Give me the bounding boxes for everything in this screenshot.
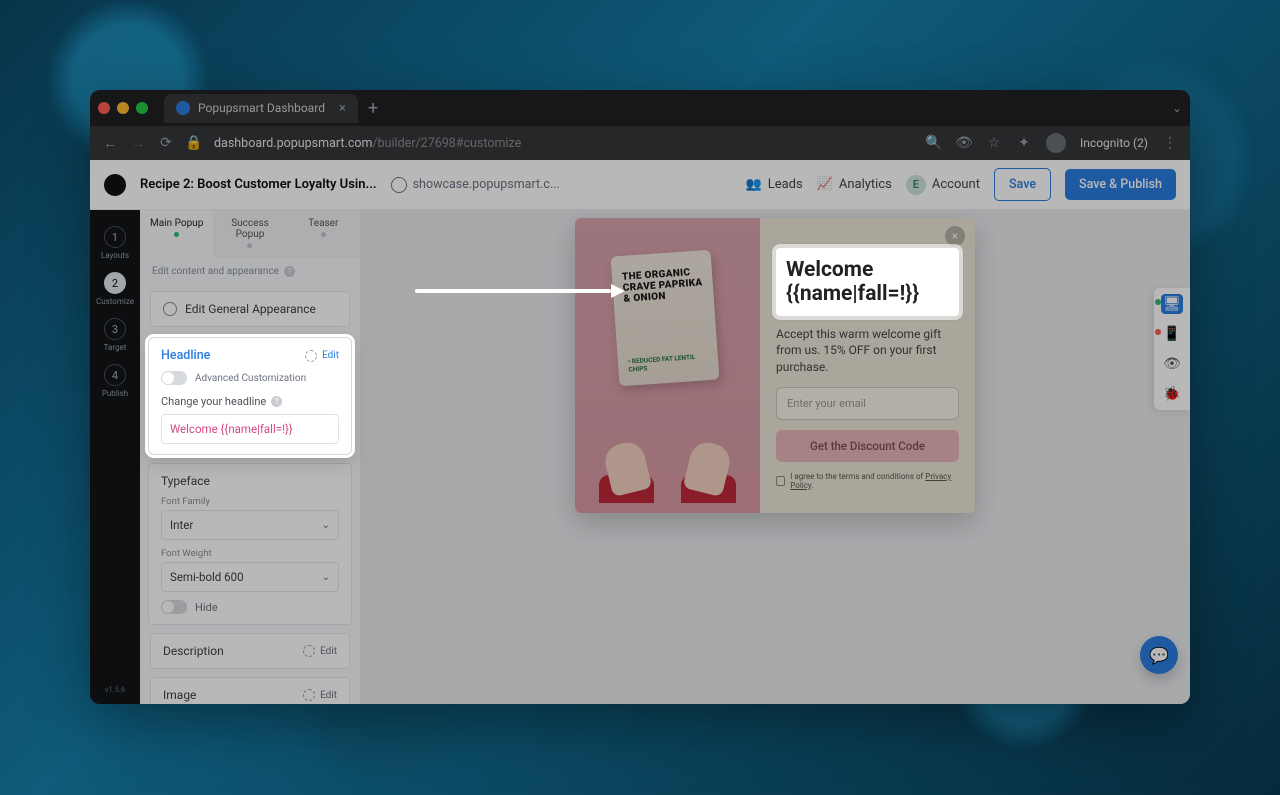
edit-headline-link[interactable]: Edit — [322, 350, 339, 361]
typeface-title: Typeface — [161, 474, 339, 488]
menu-icon[interactable]: ⋮ — [1162, 135, 1178, 151]
step-customize[interactable]: 2Customize — [96, 272, 134, 306]
close-window-icon[interactable] — [98, 102, 110, 114]
popup-headline-box: Welcome {{name|fall=!}} — [776, 248, 959, 316]
edit-general-appearance-card[interactable]: Edit General Appearance — [150, 291, 350, 327]
typeface-card: Typeface Font Family Inter⌄ Font Weight … — [148, 463, 352, 625]
browser-tabbar: Popupsmart Dashboard × + ⌄ — [90, 90, 1190, 126]
editor-panel: Main Popup Success Popup Teaser Edit con… — [140, 210, 360, 704]
browser-tab[interactable]: Popupsmart Dashboard × — [164, 94, 358, 123]
gear-icon — [163, 302, 177, 316]
font-weight-select[interactable]: Semi-bold 600⌄ — [161, 562, 339, 592]
incognito-icon: 👁 — [956, 135, 972, 151]
consent-row: I agree to the terms and conditions of P… — [776, 472, 959, 490]
step-rail: 1Layouts 2Customize 3Target 4Publish v1.… — [90, 210, 140, 704]
step-layouts[interactable]: 1Layouts — [101, 226, 129, 260]
email-input[interactable]: Enter your email — [776, 387, 959, 420]
intercom-chat-button[interactable]: 💬 — [1140, 636, 1178, 674]
step-target[interactable]: 3Target — [104, 318, 127, 352]
browser-urlbar: ← → ⟳ 🔒 dashboard.popupsmart.com/builder… — [90, 126, 1190, 160]
gear-icon — [305, 350, 317, 362]
new-tab-button[interactable]: + — [368, 98, 378, 119]
version-label: v1.5.6 — [105, 685, 125, 694]
font-weight-label: Font Weight — [161, 548, 339, 559]
description-card[interactable]: DescriptionEdit — [150, 633, 350, 669]
lock-icon[interactable]: 🔒 — [186, 135, 202, 151]
tab-title: Popupsmart Dashboard — [198, 101, 325, 115]
preview-canvas: × Welcome {{name|fall=!}} Accept this wa… — [360, 210, 1190, 704]
site-domain-badge[interactable]: showcase.popupsmart.c... — [391, 177, 560, 193]
account-avatar-icon: E — [906, 175, 926, 195]
help-icon[interactable]: ? — [284, 266, 295, 277]
hands-graphic — [599, 423, 736, 493]
change-headline-label: Change your headline — [161, 395, 266, 408]
globe-icon — [391, 177, 407, 193]
gear-icon — [303, 689, 315, 701]
step-publish[interactable]: 4Publish — [102, 364, 128, 398]
tab-success-popup[interactable]: Success Popup — [213, 210, 286, 258]
extensions-icon[interactable]: ✦ — [1016, 135, 1032, 151]
gear-icon — [303, 645, 315, 657]
reload-icon[interactable]: ⟳ — [158, 135, 174, 151]
desktop-preview-icon[interactable]: 🖥 — [1161, 294, 1183, 314]
get-discount-button[interactable]: Get the Discount Code — [776, 430, 959, 462]
headline-editor-card: Headline Edit Advanced Customization Cha… — [148, 337, 352, 455]
device-rail: 🖥 📱 👁 🐞 — [1154, 288, 1190, 410]
app-logo-icon[interactable] — [104, 174, 126, 196]
account-link[interactable]: EAccount — [906, 175, 980, 195]
help-icon[interactable]: ? — [271, 396, 282, 407]
tab-overflow-icon[interactable]: ⌄ — [1172, 101, 1182, 115]
visibility-icon[interactable]: 👁 — [1161, 354, 1183, 374]
favicon-icon — [176, 101, 190, 115]
popup-image — [575, 218, 760, 513]
popup-headline: Welcome {{name|fall=!}} — [786, 258, 949, 306]
font-family-select[interactable]: Inter⌄ — [161, 510, 339, 540]
maximize-window-icon[interactable] — [136, 102, 148, 114]
close-popup-icon[interactable]: × — [945, 226, 965, 246]
hide-label: Hide — [195, 601, 218, 614]
advanced-customization-label: Advanced Customization — [195, 373, 306, 384]
debug-icon[interactable]: 🐞 — [1161, 384, 1183, 404]
mac-traffic-lights — [98, 102, 148, 114]
font-family-label: Font Family — [161, 496, 339, 507]
popup-preview: × Welcome {{name|fall=!}} Accept this wa… — [575, 218, 975, 513]
analytics-icon: 📈 — [817, 177, 833, 192]
headline-title: Headline — [161, 348, 210, 363]
chevron-down-icon: ⌄ — [322, 572, 330, 583]
mobile-preview-icon[interactable]: 📱 — [1161, 324, 1183, 344]
product-bag-graphic — [611, 250, 720, 387]
analytics-link[interactable]: 📈Analytics — [817, 177, 892, 192]
recipe-title: Recipe 2: Boost Customer Loyalty Usin... — [140, 177, 377, 192]
leads-icon: 👥 — [746, 177, 762, 192]
minimize-window-icon[interactable] — [117, 102, 129, 114]
chevron-down-icon: ⌄ — [322, 520, 330, 531]
tab-main-popup[interactable]: Main Popup — [140, 210, 213, 258]
section-caption: Edit content and appearance? — [152, 266, 348, 277]
image-card[interactable]: ImageEdit — [150, 677, 350, 704]
hide-toggle[interactable] — [161, 600, 187, 614]
back-icon[interactable]: ← — [102, 135, 118, 151]
save-publish-button[interactable]: Save & Publish — [1065, 169, 1176, 200]
headline-input[interactable] — [161, 414, 339, 444]
app-header: Recipe 2: Boost Customer Loyalty Usin...… — [90, 160, 1190, 210]
popup-description: Accept this warm welcome gift from us. 1… — [776, 326, 959, 375]
leads-link[interactable]: 👥Leads — [746, 177, 803, 192]
tab-teaser[interactable]: Teaser — [287, 210, 360, 258]
profile-avatar-icon[interactable] — [1046, 133, 1066, 153]
bookmark-icon[interactable]: ☆ — [986, 135, 1002, 151]
close-tab-icon[interactable]: × — [339, 101, 346, 116]
consent-checkbox[interactable] — [776, 476, 785, 486]
address-bar[interactable]: dashboard.popupsmart.com/builder/27698#c… — [214, 136, 521, 151]
incognito-label: Incognito (2) — [1080, 136, 1148, 150]
search-icon[interactable]: 🔍 — [926, 135, 942, 151]
save-button[interactable]: Save — [994, 168, 1051, 201]
forward-icon: → — [130, 135, 146, 151]
advanced-customization-toggle[interactable] — [161, 371, 187, 385]
callout-arrow-icon — [415, 284, 625, 298]
